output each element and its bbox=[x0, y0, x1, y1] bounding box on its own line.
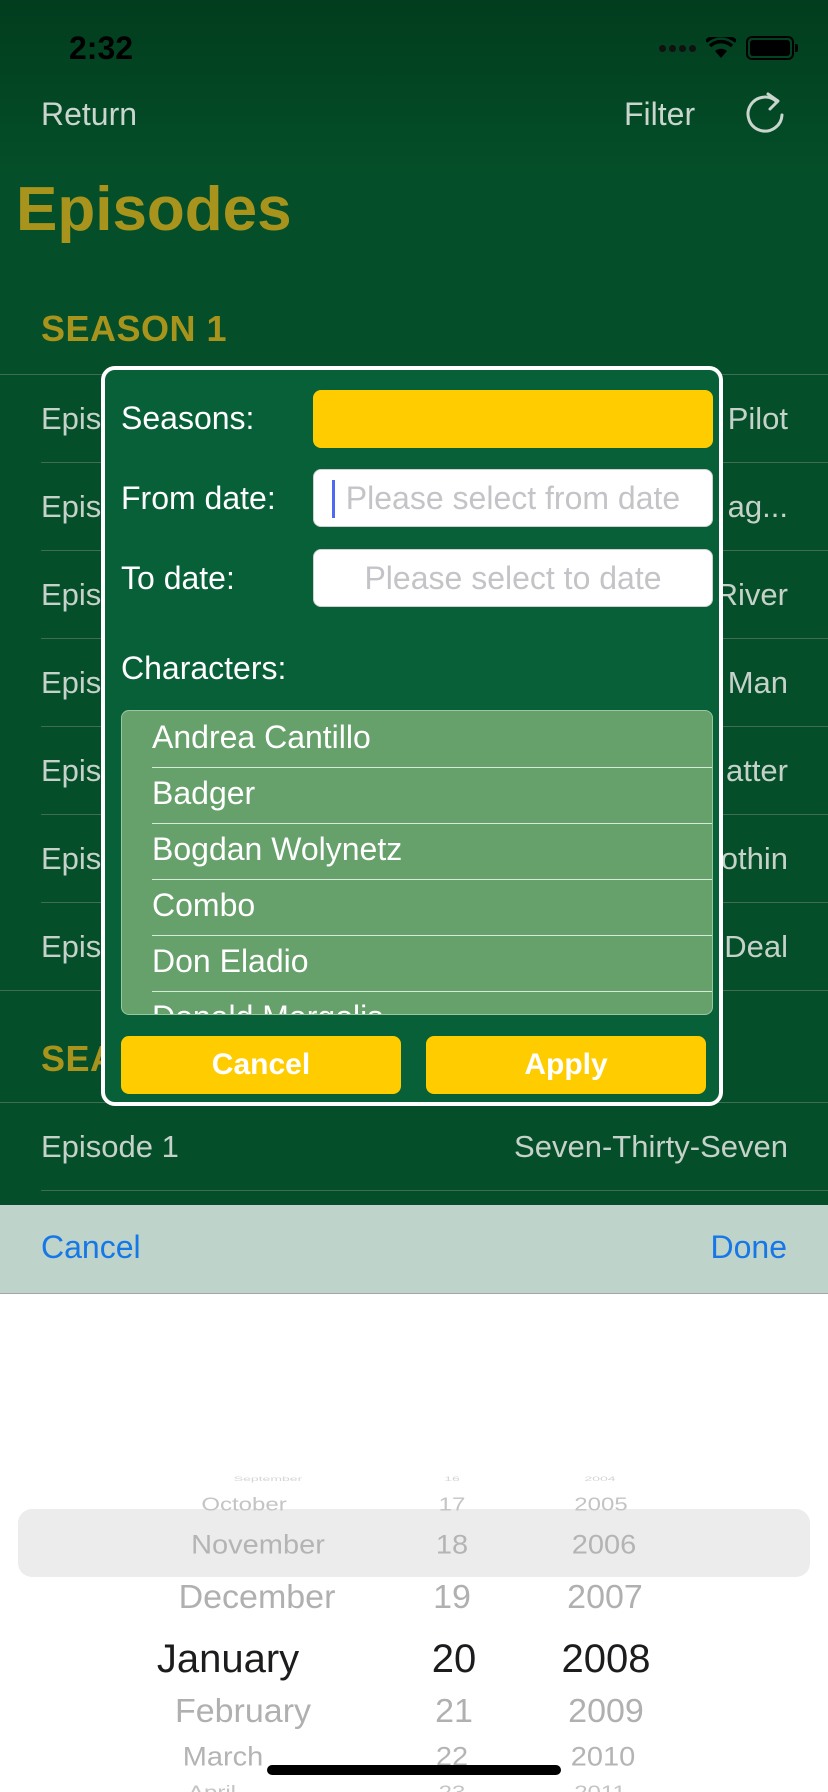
character-item[interactable]: Bogdan Wolynetz bbox=[152, 823, 712, 880]
filter-button[interactable]: Filter bbox=[624, 96, 695, 133]
episodes-screen: 2:32 Return Filter Episodes SEASON 1 Epi… bbox=[0, 0, 828, 1205]
episode-number: Epis bbox=[41, 665, 102, 700]
month-option[interactable]: December bbox=[179, 1580, 336, 1613]
screen: 2:32 Return Filter Episodes SEASON 1 Epi… bbox=[0, 0, 828, 1792]
cellular-signal-icon bbox=[659, 44, 696, 52]
episode-row[interactable]: Episode 1 Seven-Thirty-Seven bbox=[41, 1103, 788, 1191]
episode-number: Epis bbox=[41, 753, 102, 788]
day-option[interactable]: 18 bbox=[436, 1532, 468, 1559]
character-name: Badger bbox=[152, 775, 256, 811]
episode-title: River bbox=[715, 577, 788, 612]
return-button[interactable]: Return bbox=[41, 96, 137, 133]
season-header: SEASON 1 bbox=[41, 308, 228, 349]
episode-number: Epis bbox=[41, 841, 102, 876]
episode-title: atter bbox=[725, 753, 788, 788]
month-option[interactable]: November bbox=[191, 1532, 325, 1559]
filter-modal: Seasons: From date: Please select from d… bbox=[101, 366, 723, 1106]
year-option[interactable]: 2004 bbox=[584, 1476, 615, 1482]
character-item[interactable]: Don Eladio bbox=[152, 935, 712, 992]
battery-icon bbox=[746, 36, 798, 60]
home-indicator bbox=[267, 1765, 561, 1775]
episode-number: Epis bbox=[41, 929, 102, 964]
episode-title: Deal bbox=[724, 929, 788, 964]
episode-title: ag... bbox=[727, 489, 788, 524]
year-option[interactable]: 2005 bbox=[574, 1496, 627, 1514]
year-option[interactable]: 2009 bbox=[568, 1694, 644, 1727]
character-item[interactable]: Andrea Cantillo bbox=[152, 711, 712, 768]
character-name: Bogdan Wolynetz bbox=[152, 831, 403, 867]
to-date-label: To date: bbox=[121, 560, 235, 596]
episode-number: Epis bbox=[41, 401, 102, 436]
day-option[interactable]: 16 bbox=[444, 1476, 460, 1482]
episode-title: Pilot bbox=[727, 401, 788, 436]
status-icons bbox=[659, 36, 798, 60]
month-option[interactable]: February bbox=[175, 1694, 311, 1727]
year-option[interactable]: 2008 bbox=[562, 1639, 651, 1679]
character-name: Andrea Cantillo bbox=[152, 719, 371, 755]
month-option[interactable]: October bbox=[201, 1496, 286, 1514]
modal-cancel-button[interactable]: Cancel bbox=[121, 1036, 401, 1094]
character-item[interactable]: Donald Margolis bbox=[152, 991, 712, 1014]
page-title: Episodes bbox=[16, 175, 292, 244]
seasons-field[interactable] bbox=[313, 390, 713, 448]
month-option[interactable]: January bbox=[157, 1639, 299, 1679]
characters-label: Characters: bbox=[121, 650, 287, 686]
status-time: 2:32 bbox=[69, 30, 134, 66]
refresh-icon[interactable] bbox=[742, 90, 788, 136]
separator bbox=[41, 1190, 828, 1191]
character-item[interactable]: Badger bbox=[152, 767, 712, 824]
month-option[interactable]: March bbox=[183, 1744, 264, 1771]
year-option[interactable]: 2010 bbox=[571, 1744, 636, 1771]
day-option[interactable]: 20 bbox=[432, 1639, 477, 1679]
picker-cancel-button[interactable]: Cancel bbox=[41, 1229, 141, 1266]
wifi-icon bbox=[706, 37, 736, 58]
date-picker[interactable]: September October November December January F… bbox=[0, 1293, 828, 1792]
from-date-field[interactable]: Please select from date bbox=[313, 469, 713, 527]
day-option[interactable]: 23 bbox=[439, 1784, 466, 1792]
year-option[interactable]: 2007 bbox=[567, 1580, 643, 1613]
episode-title: Seven-Thirty-Seven bbox=[514, 1129, 788, 1164]
episode-title: Man bbox=[727, 665, 788, 700]
picker-selection-band bbox=[18, 1509, 810, 1577]
month-option[interactable]: April bbox=[188, 1784, 236, 1792]
episode-number: Epis bbox=[41, 577, 102, 612]
from-date-label: From date: bbox=[121, 480, 276, 516]
picker-done-button[interactable]: Done bbox=[711, 1229, 788, 1266]
month-option[interactable]: September bbox=[234, 1476, 302, 1482]
day-option[interactable]: 17 bbox=[439, 1496, 466, 1514]
year-option[interactable]: 2006 bbox=[572, 1532, 637, 1559]
day-option[interactable]: 19 bbox=[433, 1580, 471, 1613]
to-date-field[interactable]: Please select to date bbox=[313, 549, 713, 607]
picker-toolbar: Cancel Done bbox=[0, 1205, 828, 1293]
character-name: Don Eladio bbox=[152, 943, 309, 979]
episode-number: Episode 1 bbox=[41, 1129, 179, 1164]
episode-title: othin bbox=[720, 841, 788, 876]
character-item[interactable]: Combo bbox=[152, 879, 712, 936]
apply-button[interactable]: Apply bbox=[426, 1036, 706, 1094]
episode-number: Epis bbox=[41, 489, 102, 524]
day-option[interactable]: 21 bbox=[435, 1694, 473, 1727]
year-option[interactable]: 2011 bbox=[574, 1784, 626, 1792]
character-name: Combo bbox=[152, 887, 256, 923]
from-date-placeholder: Please select from date bbox=[345, 480, 681, 516]
to-date-placeholder: Please select to date bbox=[364, 560, 662, 596]
character-name: Donald Margolis bbox=[152, 999, 383, 1014]
seasons-label: Seasons: bbox=[121, 400, 255, 436]
characters-list[interactable]: Andrea Cantillo Badger Bogdan Wolynetz C… bbox=[121, 710, 713, 1015]
